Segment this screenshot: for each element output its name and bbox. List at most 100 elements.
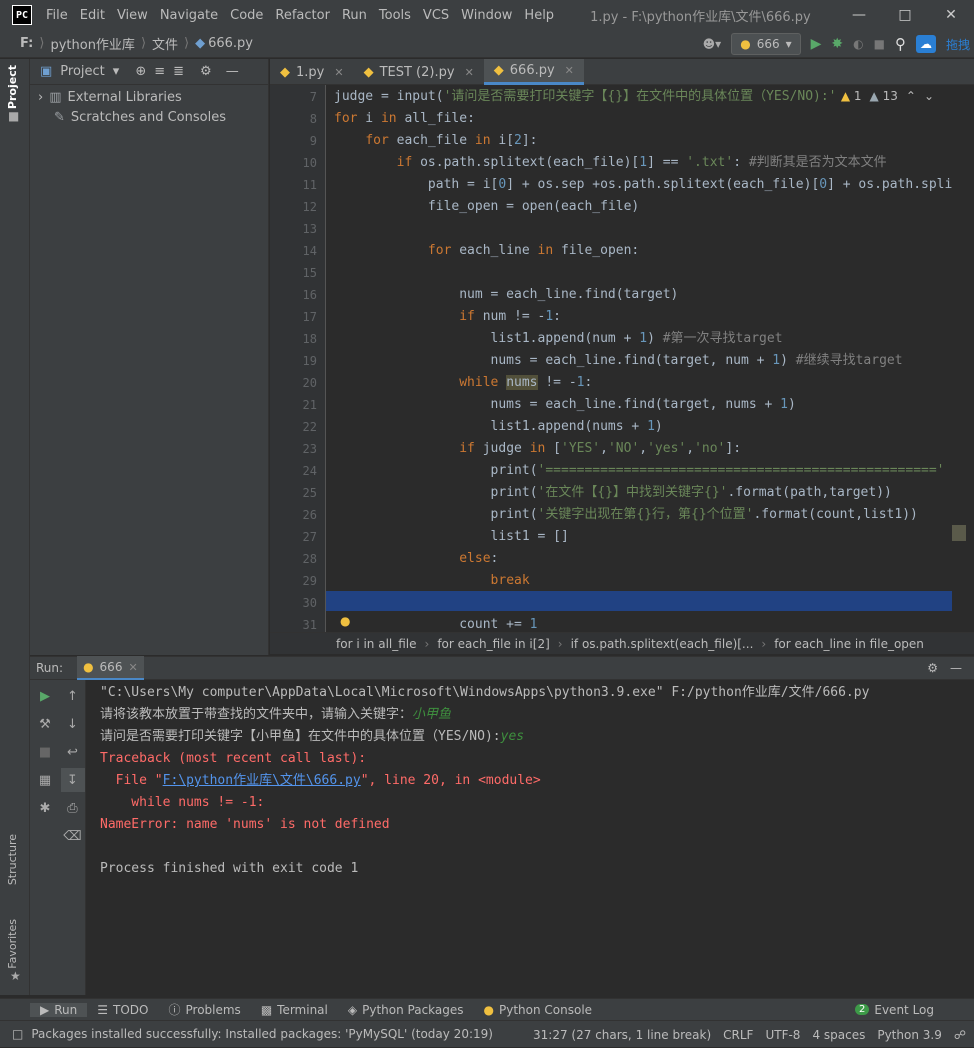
user-icon[interactable]: ☻▾ — [703, 37, 722, 51]
soft-wrap-icon[interactable]: ↩ — [61, 740, 85, 764]
indent-setting[interactable]: 4 spaces — [812, 1028, 865, 1042]
code-line[interactable]: judge = input('请问是否需要打印关键字【{}】在文件中的具体位置（… — [334, 86, 852, 108]
crumb-project[interactable]: python作业库 — [50, 34, 134, 53]
rerun-icon[interactable]: ▶ — [33, 684, 57, 708]
gear-icon[interactable]: ⚙ — [927, 661, 938, 675]
menu-navigate[interactable]: Navigate — [154, 8, 224, 23]
code-line[interactable]: break — [334, 570, 530, 592]
pin-icon[interactable]: ✱ — [33, 796, 57, 820]
code-line[interactable]: else: — [334, 548, 498, 570]
crumb-file[interactable]: 666.py — [208, 36, 253, 51]
close-icon[interactable]: ✕ — [565, 64, 574, 77]
breadcrumb-item[interactable]: for i in all_file — [336, 637, 417, 651]
code-line[interactable]: list1.append(num + 1) #第一次寻找target — [334, 328, 783, 350]
close-icon[interactable]: ✕ — [128, 661, 137, 674]
gear-icon[interactable]: ⚙ — [200, 64, 212, 79]
lightbulb-icon[interactable]: ● — [340, 614, 350, 628]
file-encoding[interactable]: UTF-8 — [765, 1028, 800, 1042]
collapse-all-icon[interactable]: ≣ — [173, 64, 184, 79]
run-icon[interactable]: ▶ — [811, 36, 822, 52]
status-message[interactable]: Packages installed successfully: Install… — [31, 1027, 493, 1041]
minimize-icon[interactable]: — — [836, 0, 882, 30]
maximize-icon[interactable]: □ — [882, 0, 928, 30]
debug-icon[interactable]: ✸ — [831, 36, 843, 52]
menu-refactor[interactable]: Refactor — [269, 8, 336, 23]
tool-todo[interactable]: ☰ TODO — [87, 1003, 158, 1017]
code-line[interactable]: for i in all_file: — [334, 108, 475, 130]
tool-python-console[interactable]: ● Python Console — [474, 1003, 603, 1017]
tool-python-packages[interactable]: ◈ Python Packages — [338, 1003, 474, 1017]
tab-test-2-py[interactable]: ◆ TEST (2).py ✕ — [354, 59, 484, 85]
code-line[interactable]: if os.path.splitext(each_file)[1] == '.t… — [334, 152, 887, 174]
code-line[interactable]: nums = each_line.find(target, nums + 1) — [334, 394, 796, 416]
locate-icon[interactable]: ⊕ — [135, 64, 146, 79]
code-line[interactable]: list1.append(nums + 1) — [334, 416, 663, 438]
tool-terminal[interactable]: ▩ Terminal — [251, 1003, 338, 1017]
chevron-down-icon[interactable]: ▾ — [113, 64, 120, 79]
code-line[interactable]: while nums != -1: — [334, 372, 592, 394]
crumb-drive[interactable]: F: — [20, 36, 33, 51]
menu-edit[interactable]: Edit — [74, 8, 111, 23]
inspection-widget[interactable]: ▲ 1 ▲ 13 ⌃ ⌄ — [836, 89, 938, 103]
code-line[interactable]: for each_line in file_open: — [334, 240, 639, 262]
menu-view[interactable]: View — [111, 8, 154, 23]
line-separator[interactable]: CRLF — [723, 1028, 753, 1042]
code-line[interactable]: for each_file in i[2]: — [334, 130, 537, 152]
code-line[interactable]: nums = each_line.find(target, num + 1) #… — [334, 350, 903, 372]
project-side-tab[interactable]: Project — [6, 65, 19, 109]
structure-side-tab[interactable]: Structure — [6, 834, 19, 885]
crumb-folder[interactable]: 文件 — [152, 34, 178, 53]
stop-icon[interactable]: ■ — [874, 37, 885, 51]
search-icon[interactable]: ⚲ — [895, 35, 906, 53]
chevron-down-icon[interactable]: ⌄ — [924, 89, 934, 103]
wrench-icon[interactable]: ⚒ — [33, 712, 57, 736]
code-line[interactable]: path = i[0] + os.sep +os.path.splitext(e… — [334, 174, 952, 196]
trash-icon[interactable]: ⌫ — [61, 824, 85, 848]
scroll-to-end-icon[interactable]: ↧ — [60, 768, 85, 792]
menu-code[interactable]: Code — [224, 8, 269, 23]
code-line[interactable]: count += 1 — [334, 614, 537, 632]
tab-1-py[interactable]: ◆ 1.py ✕ — [270, 59, 354, 85]
menu-file[interactable]: File — [40, 8, 74, 23]
editor-scrollbar[interactable] — [952, 85, 966, 632]
favorites-side-tab[interactable]: Favorites — [6, 919, 19, 969]
extra-label[interactable]: 拖拽 — [946, 36, 970, 53]
window-icon[interactable]: □ — [12, 1027, 23, 1041]
code-line[interactable]: if num != -1: — [334, 306, 561, 328]
menu-vcs[interactable]: VCS — [417, 8, 455, 23]
run-config-select[interactable]: ● 666 ▾ — [731, 33, 801, 55]
code-editor[interactable]: judge = input('请问是否需要打印关键字【{}】在文件中的具体位置（… — [326, 85, 966, 632]
breadcrumb-item[interactable]: if os.path.splitext(each_file)[... — [571, 637, 754, 651]
print-icon[interactable]: ⎙ — [61, 796, 85, 820]
breadcrumb-item[interactable]: for each_file in i[2] — [437, 637, 549, 651]
tool-event-log[interactable]: 2 Event Log — [845, 1003, 944, 1017]
stop-icon[interactable]: ■ — [33, 740, 57, 764]
code-line[interactable]: print('在文件【{}】中找到关键字{}'.format(path,targ… — [334, 482, 892, 504]
menu-run[interactable]: Run — [336, 8, 373, 23]
run-console[interactable]: "C:\Users\My computer\AppData\Local\Micr… — [86, 680, 974, 995]
tool-run[interactable]: ▶ Run — [30, 1002, 88, 1017]
code-line[interactable]: if judge in ['YES','NO','yes','no']: — [334, 438, 741, 460]
scroll-thumb[interactable] — [952, 525, 966, 541]
close-icon[interactable]: ✕ — [465, 66, 474, 79]
menu-help[interactable]: Help — [518, 8, 560, 23]
arrow-down-icon[interactable]: ↓ — [61, 712, 85, 736]
hide-icon[interactable]: — — [226, 64, 239, 79]
tool-problems[interactable]: ⓘ Problems — [158, 1001, 250, 1018]
interpreter[interactable]: Python 3.9 — [877, 1028, 942, 1042]
code-line[interactable]: print('关键字出现在第{}行，第{}个位置'.format(count,l… — [334, 504, 918, 526]
expand-all-icon[interactable]: ≡ — [154, 64, 165, 79]
coverage-icon[interactable]: ◐ — [853, 37, 863, 51]
caret-position[interactable]: 31:27 (27 chars, 1 line break) — [533, 1028, 711, 1042]
layout-icon[interactable]: ▦ — [33, 768, 57, 792]
project-view-label[interactable]: Project — [60, 64, 104, 79]
code-line[interactable]: num = each_line.find(target) — [334, 284, 678, 306]
close-icon[interactable]: ✕ — [334, 66, 343, 79]
cloud-plugin-icon[interactable]: ☁ — [915, 35, 936, 53]
menu-window[interactable]: Window — [455, 8, 518, 23]
breadcrumb-item[interactable]: for each_line in file_open — [774, 637, 924, 651]
tab-666-py[interactable]: ◆ 666.py ✕ — [483, 59, 584, 85]
arrow-up-icon[interactable]: ↑ — [61, 684, 85, 708]
tree-item-scratches[interactable]: ✎ Scratches and Consoles — [30, 107, 268, 127]
code-line[interactable]: list1 = [] — [334, 526, 569, 548]
